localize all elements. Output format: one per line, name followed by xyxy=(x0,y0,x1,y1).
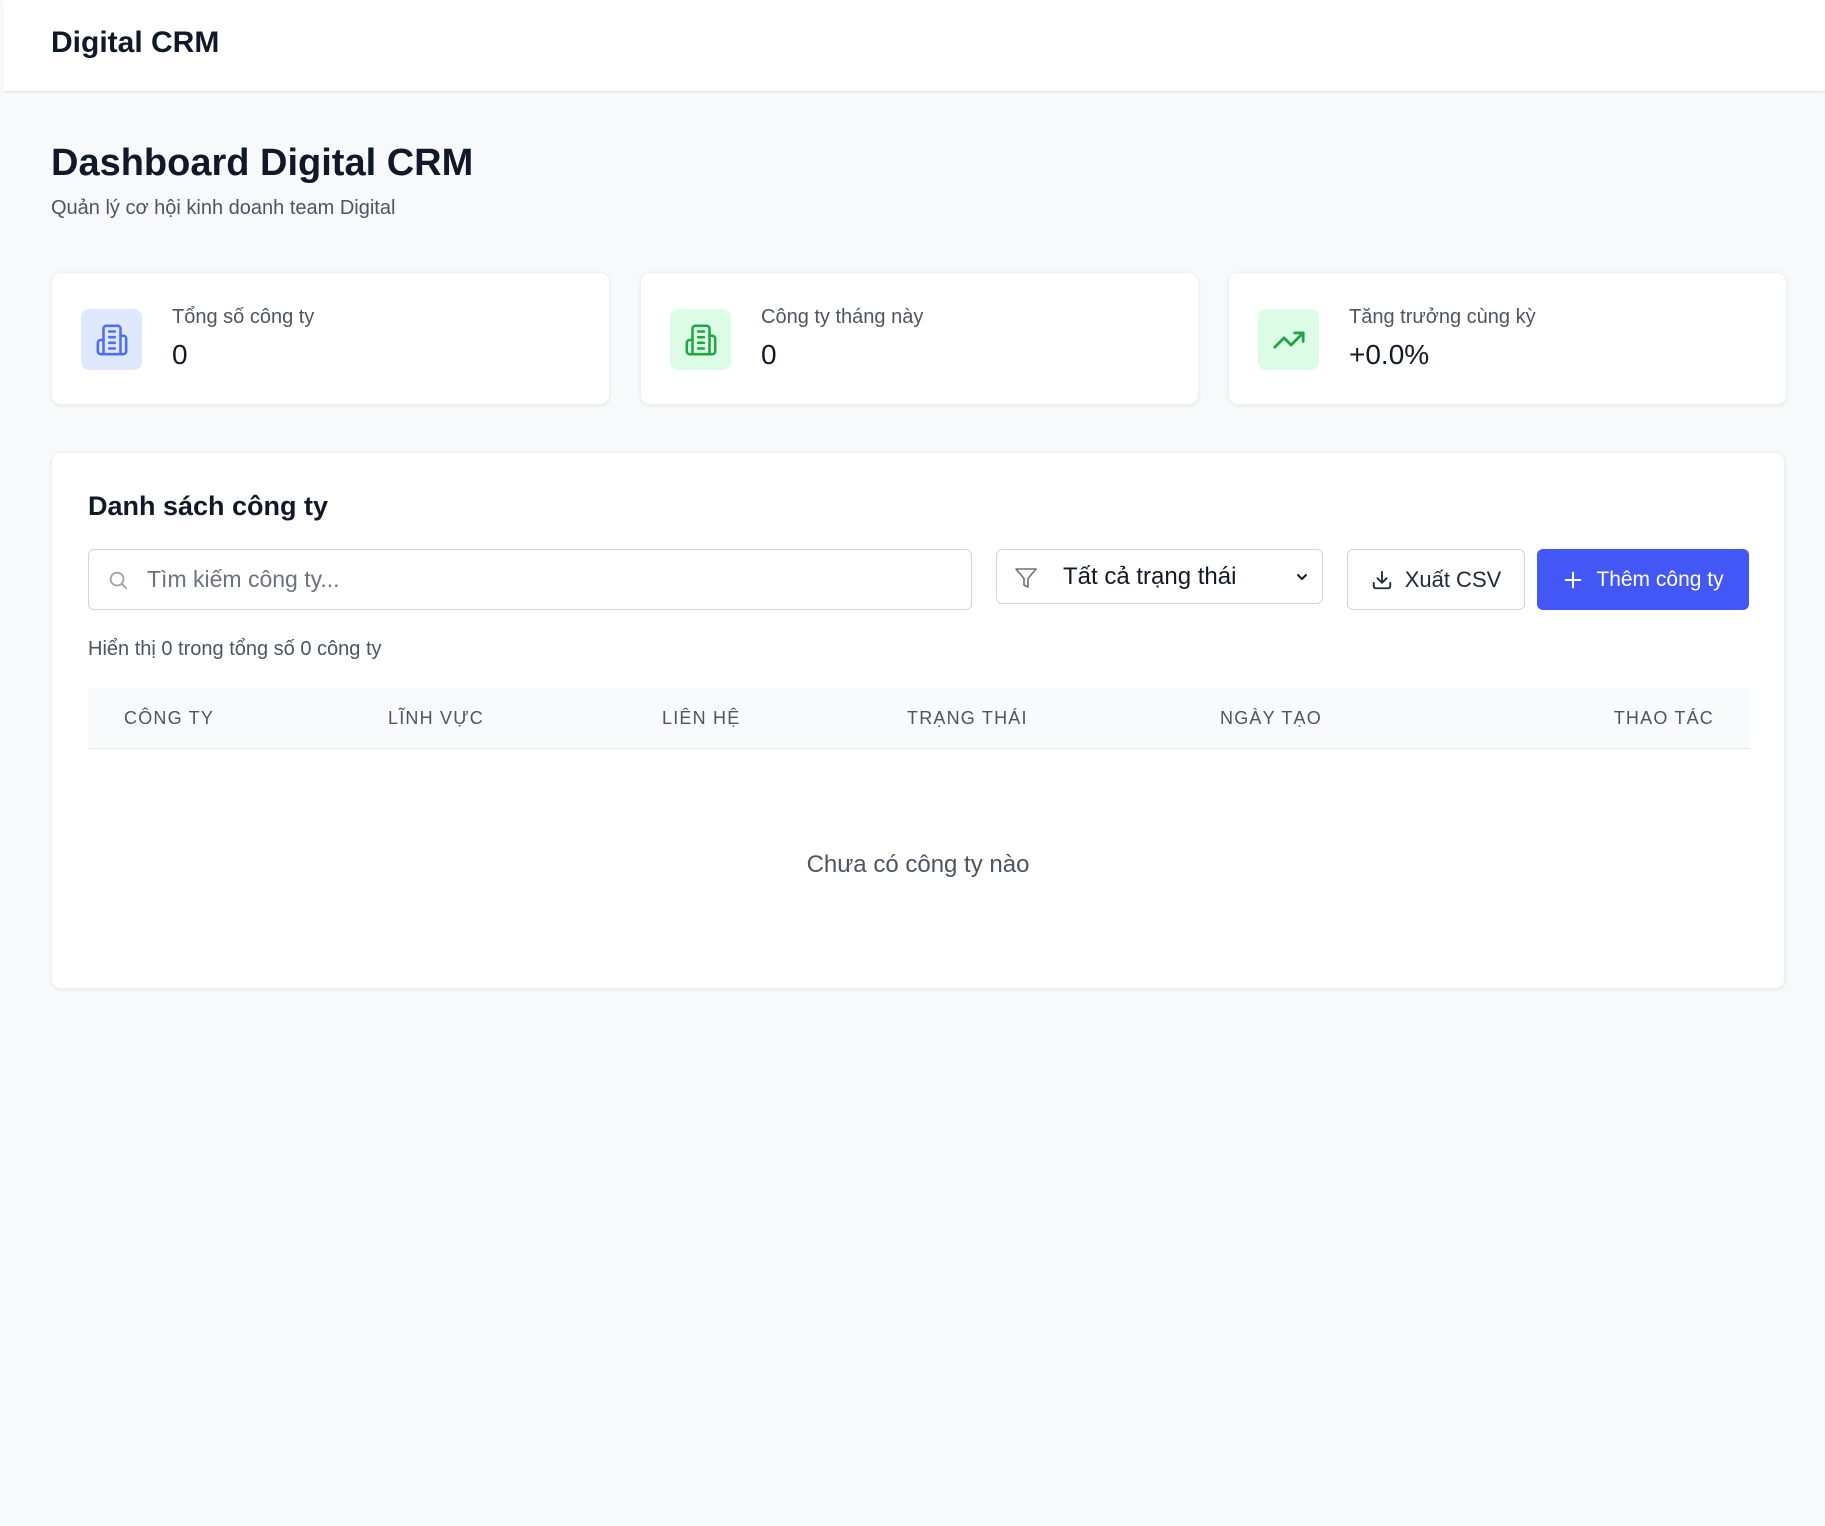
add-company-button[interactable]: Thêm công ty xyxy=(1537,549,1749,610)
search-box[interactable] xyxy=(88,549,972,610)
chevron-down-icon xyxy=(1294,569,1310,590)
page-title: Dashboard Digital CRM xyxy=(51,142,474,184)
status-filter-select[interactable]: Tất cả trạng thái xyxy=(996,549,1323,604)
column-header-actions: THAO TÁC xyxy=(1613,708,1714,728)
download-icon xyxy=(1371,569,1393,591)
filter-icon xyxy=(1014,566,1038,595)
stat-card-companies-this-month: Công ty tháng này 0 xyxy=(640,272,1199,405)
stat-value: 0 xyxy=(172,339,188,370)
column-header-contact: LIÊN HỆ xyxy=(662,708,741,728)
stat-card-growth: Tăng trưởng cùng kỳ +0.0% xyxy=(1228,272,1787,405)
stat-card-total-companies: Tổng số công ty 0 xyxy=(51,272,610,405)
brand-title[interactable]: Digital CRM xyxy=(51,26,219,60)
export-csv-button[interactable]: Xuất CSV xyxy=(1347,549,1525,610)
stat-value: 0 xyxy=(761,339,777,370)
plus-icon xyxy=(1562,569,1584,591)
top-navbar: Digital CRM xyxy=(3,0,1825,92)
add-company-label: Thêm công ty xyxy=(1596,567,1724,591)
export-csv-label: Xuất CSV xyxy=(1404,566,1502,592)
company-list-title: Danh sách công ty xyxy=(88,491,329,521)
building-icon xyxy=(670,309,731,370)
search-input[interactable] xyxy=(147,550,947,609)
stat-value: +0.0% xyxy=(1349,339,1430,370)
column-header-status: TRẠNG THÁI xyxy=(907,708,1028,728)
status-filter-value: Tất cả trạng thái xyxy=(1063,563,1237,590)
column-header-created-date: NGÀY TẠO xyxy=(1220,708,1322,728)
column-header-industry: LĨNH VỰC xyxy=(388,708,484,728)
result-count: Hiển thị 0 trong tổng số 0 công ty xyxy=(88,638,382,660)
trending-up-icon xyxy=(1258,309,1319,370)
building-icon xyxy=(81,309,142,370)
stat-label: Tăng trưởng cùng kỳ xyxy=(1349,306,1536,328)
empty-state-message: Chưa có công ty nào xyxy=(806,851,1030,878)
table-header: CÔNG TY LĨNH VỰC LIÊN HỆ TRẠNG THÁI NGÀY… xyxy=(88,688,1750,749)
company-list-panel: Danh sách công ty Tất cả trạng thái xyxy=(51,452,1785,989)
stat-label: Công ty tháng này xyxy=(761,306,924,328)
column-header-company: CÔNG TY xyxy=(124,708,215,728)
page-subtitle: Quản lý cơ hội kinh doanh team Digital xyxy=(51,197,396,219)
search-icon xyxy=(107,569,129,596)
stat-label: Tổng số công ty xyxy=(172,306,315,328)
